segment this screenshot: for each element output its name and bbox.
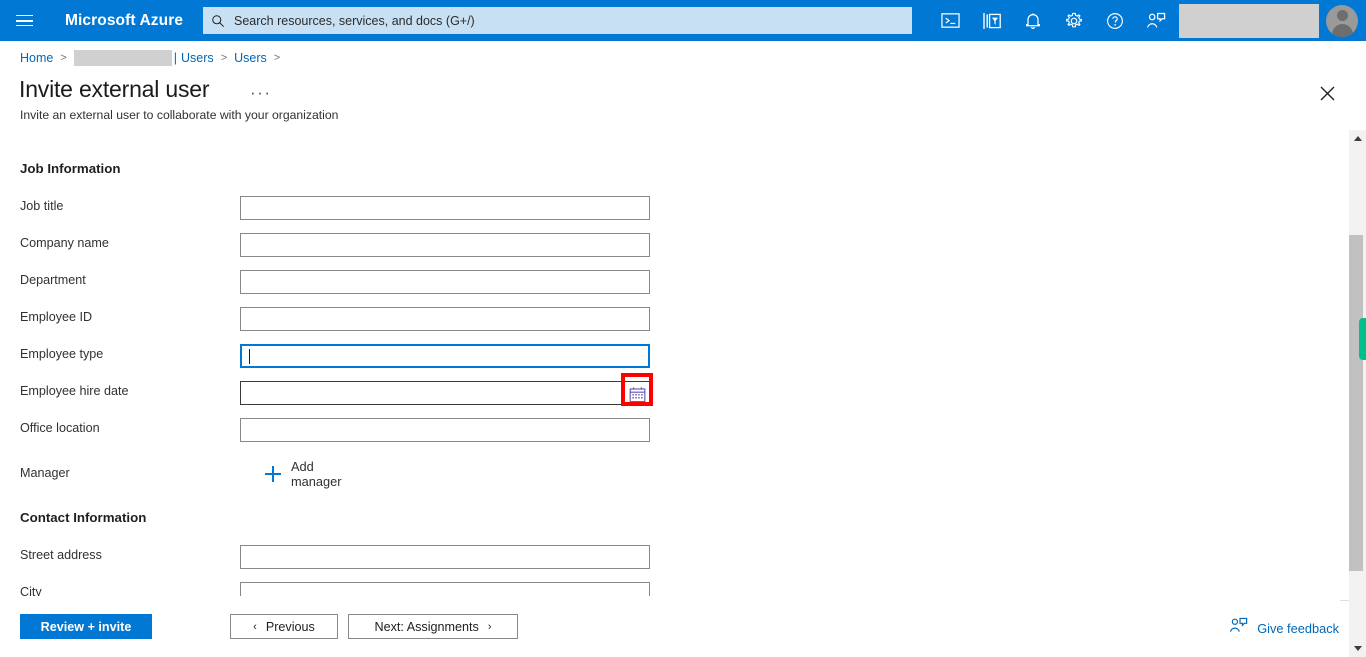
breadcrumb-home[interactable]: Home <box>20 51 53 65</box>
label-company-name: Company name <box>20 236 109 250</box>
user-avatar[interactable] <box>1326 4 1358 37</box>
add-manager-label: Add manager <box>291 459 342 489</box>
calendar-icon[interactable] <box>626 383 648 405</box>
scroll-position-marker <box>1359 318 1366 360</box>
next-assignments-button[interactable]: Next: Assignments › <box>348 614 518 639</box>
breadcrumb-separator-2: > <box>220 52 228 64</box>
company-name-field[interactable] <box>240 233 650 257</box>
feedback-person-icon[interactable] <box>1135 0 1176 41</box>
label-employee-type: Employee type <box>20 347 104 361</box>
top-bar-icon-group <box>930 0 1366 41</box>
scroll-thumb[interactable] <box>1349 235 1363 571</box>
label-employee-id: Employee ID <box>20 310 93 324</box>
office-location-input[interactable] <box>241 419 649 441</box>
employee-hire-date-input[interactable] <box>241 382 649 404</box>
global-search-box[interactable] <box>203 7 912 34</box>
employee-id-input[interactable] <box>241 308 649 330</box>
department-input[interactable] <box>241 271 649 293</box>
page-subtitle: Invite an external user to collaborate w… <box>20 108 339 122</box>
next-button-label: Next: Assignments <box>374 619 479 634</box>
account-name-redacted <box>1179 3 1319 38</box>
more-actions-menu-icon[interactable]: ··· <box>250 84 271 101</box>
label-job-title: Job title <box>20 199 64 213</box>
section-heading-job-information: Job Information <box>20 161 121 176</box>
label-department: Department <box>20 273 86 287</box>
company-name-input[interactable] <box>241 234 649 256</box>
text-caret <box>249 349 250 364</box>
help-question-icon[interactable] <box>1094 0 1135 41</box>
previous-button[interactable]: ‹ Previous <box>230 614 338 639</box>
breadcrumb-separator: > <box>60 52 67 64</box>
add-manager-button[interactable]: Add manager <box>265 459 342 489</box>
breadcrumb-separator-3: > <box>273 52 281 64</box>
department-field[interactable] <box>240 270 650 294</box>
label-manager: Manager <box>20 466 70 480</box>
breadcrumb-item-users-2[interactable]: Users <box>234 51 267 65</box>
close-icon[interactable] <box>1314 80 1340 106</box>
employee-id-field[interactable] <box>240 307 650 331</box>
scroll-down-arrow-icon[interactable] <box>1349 640 1366 657</box>
job-title-input[interactable] <box>241 197 649 219</box>
feedback-person-icon <box>1229 617 1248 639</box>
review-and-invite-button[interactable]: Review + invite <box>20 614 152 639</box>
azure-brand-title[interactable]: Microsoft Azure <box>65 12 183 30</box>
employee-hire-date-field[interactable] <box>240 381 650 405</box>
street-address-field[interactable] <box>240 545 650 569</box>
search-input[interactable] <box>232 12 904 29</box>
section-heading-contact-information: Contact Information <box>20 510 147 525</box>
street-address-input[interactable] <box>241 546 649 568</box>
breadcrumb-item-users-1[interactable]: Users <box>181 51 214 65</box>
label-office-location: Office location <box>20 421 100 435</box>
plus-icon <box>265 466 281 482</box>
job-title-field[interactable] <box>240 196 650 220</box>
search-icon <box>211 14 225 28</box>
label-street-address: Street address <box>20 548 102 562</box>
give-feedback-label: Give feedback <box>1257 620 1339 636</box>
directory-filter-icon[interactable] <box>971 0 1012 41</box>
hamburger-menu-icon[interactable] <box>0 0 48 41</box>
content-scrollbar[interactable] <box>1349 130 1366 657</box>
content-clip-mask <box>0 596 1340 606</box>
scroll-up-arrow-icon[interactable] <box>1349 130 1366 147</box>
notifications-bell-icon[interactable] <box>1012 0 1053 41</box>
chevron-right-icon: › <box>487 620 492 633</box>
previous-button-label: Previous <box>265 619 315 634</box>
cloud-shell-icon[interactable] <box>930 0 971 41</box>
form-command-bar: Review + invite ‹ Previous Next: Assignm… <box>0 600 1366 657</box>
settings-gear-icon[interactable] <box>1053 0 1094 41</box>
employee-type-field[interactable] <box>240 344 650 368</box>
breadcrumb-pipe: | <box>173 51 178 65</box>
label-employee-hire-date: Employee hire date <box>20 384 129 398</box>
office-location-field[interactable] <box>240 418 650 442</box>
give-feedback-link[interactable]: Give feedback <box>1229 617 1339 639</box>
breadcrumb: Home > | Users > Users > <box>20 49 287 67</box>
chevron-left-icon: ‹ <box>253 620 257 633</box>
azure-top-navigation-bar: Microsoft Azure <box>0 0 1366 41</box>
page-title: Invite external user <box>19 76 210 102</box>
breadcrumb-tenant-redacted <box>73 50 172 66</box>
